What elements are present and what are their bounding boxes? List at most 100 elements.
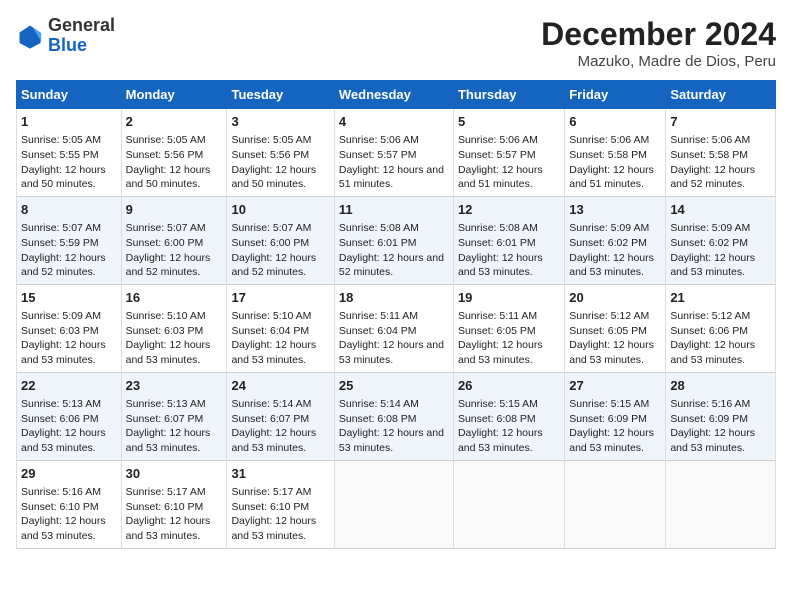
day-number: 31 [231,465,329,483]
sunset-label: Sunset: 6:03 PM [126,325,204,337]
logo-text: General Blue [48,16,115,56]
sunrise-label: Sunrise: 5:06 AM [670,134,750,146]
day-number: 22 [21,377,117,395]
sunset-label: Sunset: 5:55 PM [21,149,99,161]
sunset-label: Sunset: 5:59 PM [21,237,99,249]
week-row-4: 22Sunrise: 5:13 AMSunset: 6:06 PMDayligh… [17,372,776,460]
calendar-cell: 17Sunrise: 5:10 AMSunset: 6:04 PMDayligh… [227,284,334,372]
header-cell-sunday: Sunday [17,81,122,109]
daylight-label: Daylight: 12 hours and 53 minutes. [231,339,316,366]
sunrise-label: Sunrise: 5:12 AM [569,310,649,322]
week-row-2: 8 Sunrise: 5:07 AM Sunset: 5:59 PM Daylight… [17,196,776,284]
day-number: 18 [339,289,449,307]
daylight-label: Daylight: 12 hours and 53 minutes. [21,339,106,366]
day-number: 17 [231,289,329,307]
calendar-cell: 31Sunrise: 5:17 AMSunset: 6:10 PMDayligh… [227,460,334,548]
calendar-cell: 22Sunrise: 5:13 AMSunset: 6:06 PMDayligh… [17,372,122,460]
daylight-label: Daylight: 12 hours and 53 minutes. [458,427,543,454]
sunset-label: Sunset: 6:07 PM [126,413,204,425]
sunrise-label: Sunrise: 5:10 AM [126,310,206,322]
sunset-label: Sunset: 6:08 PM [458,413,536,425]
daylight-label: Daylight: 12 hours and 52 minutes. [126,252,211,279]
sunset-label: Sunset: 5:57 PM [458,149,536,161]
sunrise-label: Sunrise: 5:06 AM [339,134,419,146]
calendar-cell [453,460,564,548]
sunset-label: Sunset: 6:02 PM [569,237,647,249]
header-row: SundayMondayTuesdayWednesdayThursdayFrid… [17,81,776,109]
sunrise-label: Sunrise: 5:16 AM [21,486,101,498]
daylight-label: Daylight: 12 hours and 53 minutes. [569,252,654,279]
calendar-cell: 26Sunrise: 5:15 AMSunset: 6:08 PMDayligh… [453,372,564,460]
sunset-label: Sunset: 6:08 PM [339,413,417,425]
calendar-cell: 14Sunrise: 5:09 AMSunset: 6:02 PMDayligh… [666,196,776,284]
day-number: 20 [569,289,661,307]
sunrise-label: Sunrise: 5:16 AM [670,398,750,410]
day-number: 12 [458,201,560,219]
sunrise-label: Sunrise: 5:15 AM [458,398,538,410]
daylight-label: Daylight: 12 hours and 53 minutes. [231,515,316,542]
page-title: December 2024 [541,16,776,53]
header-cell-wednesday: Wednesday [334,81,453,109]
daylight-label: Daylight: 12 hours and 53 minutes. [569,339,654,366]
daylight-label: Daylight: 12 hours and 53 minutes. [21,427,106,454]
calendar-cell: 29Sunrise: 5:16 AMSunset: 6:10 PMDayligh… [17,460,122,548]
daylight-label: Daylight: 12 hours and 51 minutes. [339,164,444,191]
daylight-label: Daylight: 12 hours and 52 minutes. [670,164,755,191]
logo-icon [16,22,44,50]
sunrise-label: Sunrise: 5:08 AM [458,222,538,234]
sunrise-label: Sunrise: 5:07 AM [231,222,311,234]
sunset-label: Sunset: 6:01 PM [339,237,417,249]
calendar-cell: 21Sunrise: 5:12 AMSunset: 6:06 PMDayligh… [666,284,776,372]
day-number: 15 [21,289,117,307]
sunset-label: Sunset: 6:01 PM [458,237,536,249]
sunrise-label: Sunrise: 5:11 AM [339,310,418,322]
header-cell-saturday: Saturday [666,81,776,109]
header-cell-monday: Monday [121,81,227,109]
day-number: 10 [231,201,329,219]
day-number: 9 [126,201,223,219]
calendar-cell [334,460,453,548]
sunrise-label: Sunrise: 5:13 AM [126,398,206,410]
day-number: 8 [21,201,117,219]
sunset-label: Sunset: 6:09 PM [670,413,748,425]
day-number: 23 [126,377,223,395]
logo: General Blue [16,16,115,56]
sunrise-label: Sunrise: 5:06 AM [569,134,649,146]
daylight-label: Daylight: 12 hours and 50 minutes. [231,164,316,191]
page-subtitle: Mazuko, Madre de Dios, Peru [541,53,776,70]
sunset-label: Sunset: 6:04 PM [339,325,417,337]
calendar-cell: 3Sunrise: 5:05 AMSunset: 5:56 PMDaylight… [227,109,334,197]
sunset-label: Sunset: 5:58 PM [670,149,748,161]
daylight-label: Daylight: 12 hours and 52 minutes. [21,252,106,279]
daylight-label: Daylight: 12 hours and 53 minutes. [231,427,316,454]
daylight-label: Daylight: 12 hours and 53 minutes. [339,339,444,366]
daylight-label: Daylight: 12 hours and 53 minutes. [458,339,543,366]
calendar-cell: 30Sunrise: 5:17 AMSunset: 6:10 PMDayligh… [121,460,227,548]
page-header: General Blue December 2024 Mazuko, Madre… [16,16,776,70]
day-number: 21 [670,289,771,307]
sunrise-label: Sunrise: 5:08 AM [339,222,419,234]
day-number: 6 [569,113,661,131]
daylight-label: Daylight: 12 hours and 53 minutes. [458,252,543,279]
daylight-label: Daylight: 12 hours and 52 minutes. [231,252,316,279]
calendar-cell: 1Sunrise: 5:05 AMSunset: 5:55 PMDaylight… [17,109,122,197]
calendar-cell: 4Sunrise: 5:06 AMSunset: 5:57 PMDaylight… [334,109,453,197]
day-number: 27 [569,377,661,395]
daylight-label: Daylight: 12 hours and 53 minutes. [339,427,444,454]
daylight-label: Daylight: 12 hours and 53 minutes. [569,427,654,454]
sunset-label: Sunset: 6:09 PM [569,413,647,425]
sunrise-label: Sunrise: 5:15 AM [569,398,649,410]
daylight-label: Daylight: 12 hours and 51 minutes. [458,164,543,191]
calendar-body: 1Sunrise: 5:05 AMSunset: 5:55 PMDaylight… [17,109,776,549]
calendar-cell: 18 Sunrise: 5:11 AM Sunset: 6:04 PM Dayligh… [334,284,453,372]
sunrise-label: Sunrise: 5:12 AM [670,310,750,322]
day-number: 4 [339,113,449,131]
sunset-label: Sunset: 5:58 PM [569,149,647,161]
week-row-3: 15Sunrise: 5:09 AMSunset: 6:03 PMDayligh… [17,284,776,372]
header-cell-thursday: Thursday [453,81,564,109]
sunrise-label: Sunrise: 5:07 AM [126,222,206,234]
day-number: 2 [126,113,223,131]
calendar-cell: 25Sunrise: 5:14 AMSunset: 6:08 PMDayligh… [334,372,453,460]
daylight-label: Daylight: 12 hours and 53 minutes. [126,339,211,366]
daylight-label: Daylight: 12 hours and 53 minutes. [126,515,211,542]
